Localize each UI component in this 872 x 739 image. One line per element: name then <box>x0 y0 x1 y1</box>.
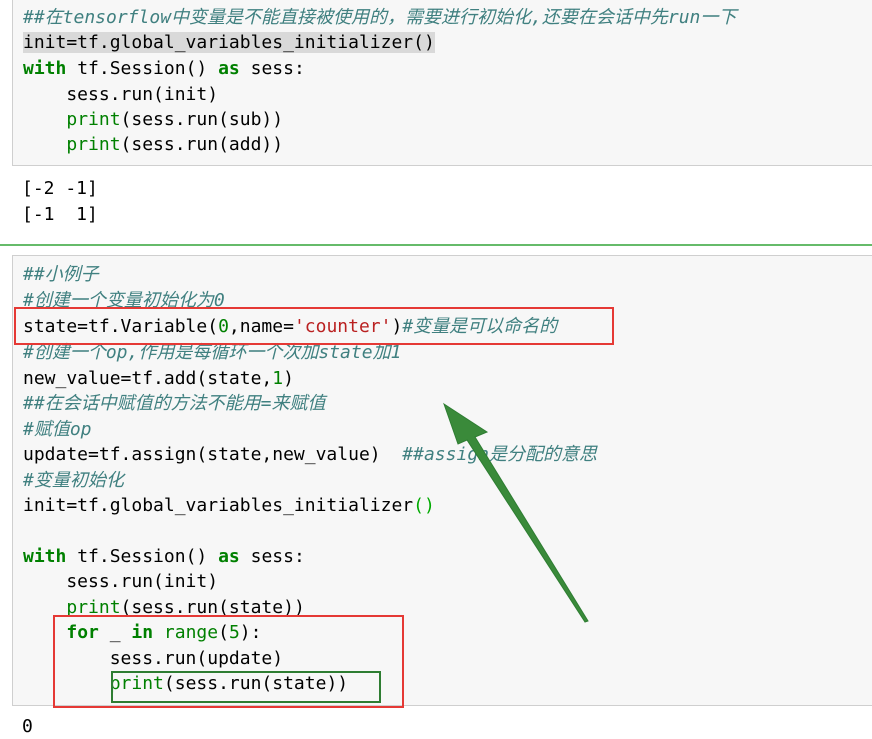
comment-line: #创建一个op,作用是每循环一个次加state加1 <box>23 342 402 363</box>
comment-line: ##在tensorflow中变量是不能直接被使用的，需要进行初始化,还要在会话中… <box>23 7 737 28</box>
code-line: update=tf.assign(state,new_value) ##assi… <box>23 444 597 465</box>
code-line: with tf.Session() as sess: <box>23 546 305 567</box>
code-line: for _ in range(5): <box>66 622 262 643</box>
code-cell-2[interactable]: ##小例子 #创建一个变量初始化为0 state=tf.Variable(0,n… <box>12 255 872 706</box>
output-line: [-2 -1] <box>22 178 98 199</box>
code-line: state=tf.Variable(0,name='counter')#变量是可… <box>23 316 558 337</box>
keyword: as <box>218 58 240 79</box>
code-line: with tf.Session() as sess: <box>23 56 305 81</box>
code-text: (sess.run(add)) <box>120 134 284 155</box>
code-line: print(sess.run(add)) <box>23 132 283 157</box>
code-line: sess.run(update) <box>23 648 284 669</box>
output-line: 0 <box>22 716 33 737</box>
code-line: print(sess.run(state)) <box>109 673 349 694</box>
cell-selection-bar <box>0 244 872 246</box>
builtin: print <box>66 109 121 130</box>
code-line: init=tf.global_variables_initializer() <box>23 495 435 516</box>
comment-line: #赋值op <box>23 419 92 440</box>
comment-line: #创建一个变量初始化为0 <box>23 290 225 311</box>
code-line: new_value=tf.add(state,1) <box>23 368 294 389</box>
code-line: init=tf.global_variables_initializer() <box>23 30 435 55</box>
comment-line: ##在会话中赋值的方法不能用=来赋值 <box>23 393 326 414</box>
code-line: print(sess.run(state)) <box>66 597 305 618</box>
code-cell-1[interactable]: ##在tensorflow中变量是不能直接被使用的，需要进行初始化,还要在会话中… <box>12 0 872 166</box>
output-line: [-1 1] <box>22 204 98 225</box>
comment-line: #变量初始化 <box>23 470 124 491</box>
code-text: sess: <box>239 58 305 79</box>
code-text: (sess.run(sub)) <box>120 109 284 130</box>
keyword: with <box>23 58 67 79</box>
builtin: print <box>66 134 121 155</box>
comment-line: ##小例子 <box>23 264 99 285</box>
highlighted-code: init=tf.global_variables_initializer() <box>23 32 435 53</box>
code-line: print(sess.run(sub)) <box>23 107 283 132</box>
code-line: sess.run(init) <box>23 571 219 592</box>
code-text: tf.Session() <box>66 58 219 79</box>
code-line: sess.run(init) <box>23 84 219 105</box>
